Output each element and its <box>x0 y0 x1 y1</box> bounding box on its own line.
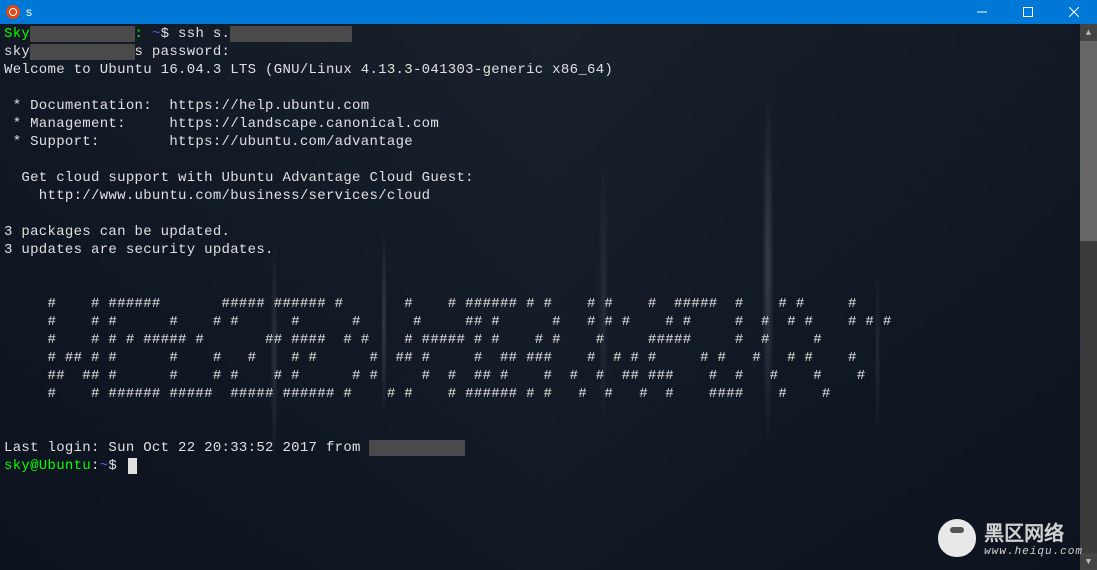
vertical-scrollbar[interactable]: ▲ ▼ <box>1080 24 1097 570</box>
window-titlebar: s <box>0 0 1097 24</box>
last-login-prefix: Last login: Sun Oct 22 20:33:52 2017 fro… <box>4 440 369 456</box>
minimize-button[interactable] <box>959 0 1005 24</box>
password-suffix: s password: <box>135 44 231 60</box>
doc-label: * Documentation: <box>4 98 169 114</box>
ascii-art-line: # # # # ##### # ## #### # # # ##### # # … <box>4 332 822 348</box>
window-title: s <box>26 5 32 19</box>
redacted-text <box>30 44 134 60</box>
updates-line2: 3 updates are security updates. <box>4 242 274 258</box>
watermark: 黑区网络 www.heiqu.com <box>938 517 1083 558</box>
watermark-url: www.heiqu.com <box>984 546 1083 558</box>
scroll-up-button[interactable]: ▲ <box>1080 24 1097 41</box>
prompt-user-host: Sky <box>4 26 30 42</box>
redacted-text <box>230 26 352 42</box>
mgmt-url: https://landscape.canonical.com <box>169 116 439 132</box>
ascii-art-line: # # # # # # # # # ## # # # # # # # # # #… <box>4 314 892 330</box>
command-text: ssh s. <box>178 26 230 42</box>
ascii-art-line: ## ## # # # # # # # # # # ## # # # # ## … <box>4 368 865 384</box>
prompt2-user-host: sky@Ubuntu <box>4 458 91 474</box>
cloud-line1: Get cloud support with Ubuntu Advantage … <box>4 170 474 186</box>
watermark-mushroom-icon <box>938 519 976 557</box>
redacted-text <box>369 440 465 456</box>
ascii-art-line: # # ###### ##### ##### ###### # # # # ##… <box>4 386 831 402</box>
close-button[interactable] <box>1051 0 1097 24</box>
cloud-line2: http://www.ubuntu.com/business/services/… <box>4 188 430 204</box>
titlebar-left: s <box>0 5 32 19</box>
prompt2-dollar: $ <box>108 458 125 474</box>
terminal-output[interactable]: Sky : ~$ ssh s. sky s password: Welcome … <box>0 24 1080 570</box>
window-control-buttons <box>959 0 1097 24</box>
doc-url: https://help.ubuntu.com <box>169 98 369 114</box>
sup-label: * Support: <box>4 134 169 150</box>
prompt2-sep: : <box>91 458 100 474</box>
welcome-line: Welcome to Ubuntu 16.04.3 LTS (GNU/Linux… <box>4 62 613 78</box>
ascii-art-line: # ## # # # # # # # # ## # # ## ### # # #… <box>4 350 857 366</box>
watermark-title: 黑区网络 <box>984 517 1083 546</box>
scroll-thumb[interactable] <box>1080 41 1097 241</box>
ascii-art-line: # # ###### ##### ###### # # # ###### # #… <box>4 296 857 312</box>
ubuntu-icon <box>6 5 20 19</box>
watermark-text: 黑区网络 www.heiqu.com <box>984 517 1083 558</box>
updates-line1: 3 packages can be updated. <box>4 224 230 240</box>
terminal-cursor <box>128 458 137 474</box>
prompt-sep: : <box>135 26 152 42</box>
mgmt-label: * Management: <box>4 116 169 132</box>
prompt-dollar: $ <box>161 26 178 42</box>
terminal-container: Sky : ~$ ssh s. sky s password: Welcome … <box>0 24 1097 570</box>
password-prefix: sky <box>4 44 30 60</box>
sup-url: https://ubuntu.com/advantage <box>169 134 413 150</box>
maximize-button[interactable] <box>1005 0 1051 24</box>
redacted-text <box>30 26 134 42</box>
prompt-path: ~ <box>152 26 161 42</box>
